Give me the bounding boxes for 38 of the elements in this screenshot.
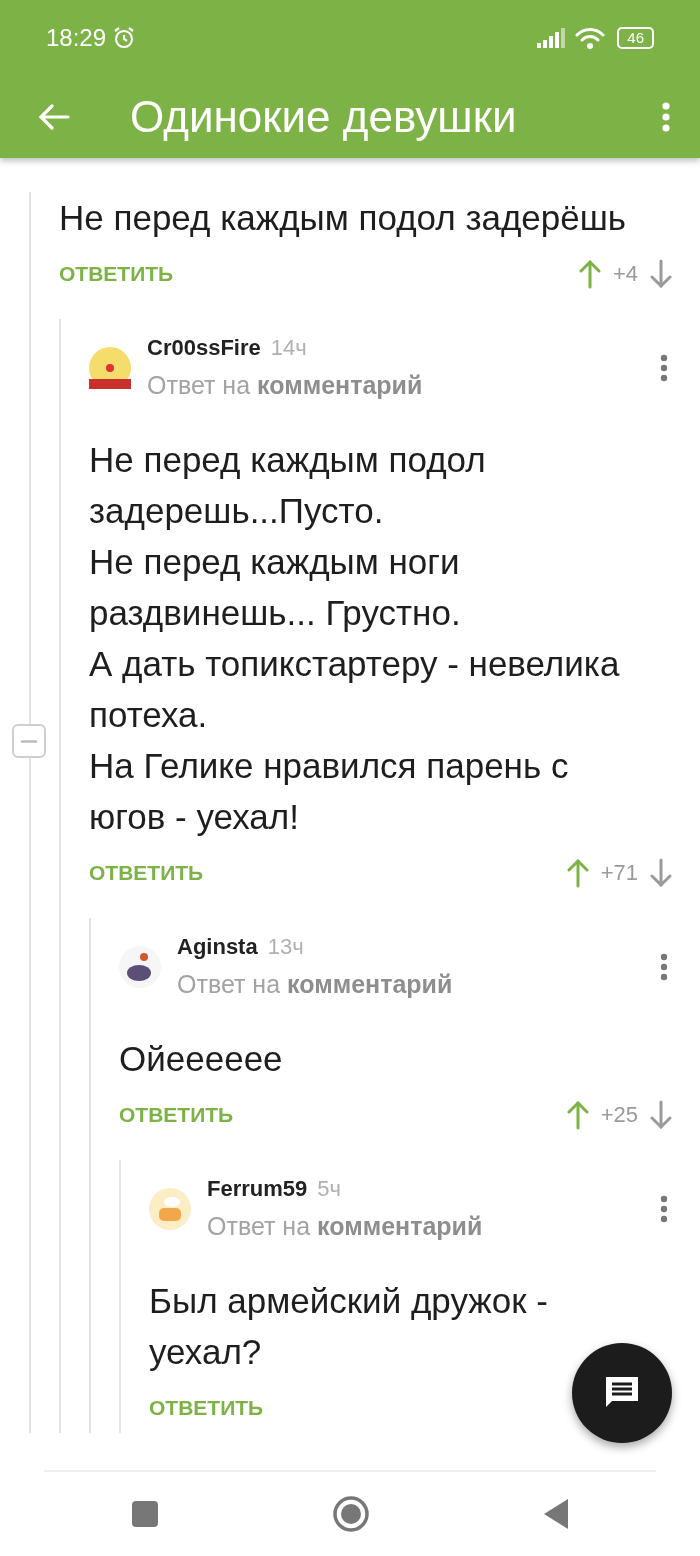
home-icon[interactable]: [333, 1496, 369, 1532]
upvote-icon[interactable]: [566, 858, 589, 888]
minus-icon: [21, 739, 37, 743]
reply-to-link[interactable]: Ответ на комментарий: [177, 970, 640, 999]
comment-text: Не перед каждым подол задерешь...Пусто. Не перед каждым ноги раздвинешь... Грустно. А дать топикстартеру - невелика потеха. На Гелике нравился парень с югов - уехал!: [89, 439, 621, 838]
comment-score: +25: [600, 1102, 638, 1128]
downvote-icon[interactable]: [650, 1100, 672, 1130]
comment-score: +71: [600, 860, 638, 886]
user-avatar[interactable]: [119, 945, 161, 988]
user-avatar[interactable]: [89, 346, 131, 389]
upvote-icon[interactable]: [566, 1100, 589, 1130]
collapse-button[interactable]: [12, 724, 46, 758]
status-time: 18:29: [46, 24, 107, 52]
downvote-icon[interactable]: [650, 259, 672, 289]
reply-button[interactable]: ОТВЕТИТЬ: [149, 1396, 264, 1420]
author-name[interactable]: Ferrum59: [207, 1176, 308, 1202]
reply-button[interactable]: ОТВЕТИТЬ: [59, 262, 174, 286]
page-title: Одинокие девушки: [130, 92, 518, 142]
comment-time: 13ч: [267, 934, 304, 960]
reply-button[interactable]: ОТВЕТИТЬ: [119, 1103, 234, 1127]
reply-button[interactable]: ОТВЕТИТЬ: [89, 861, 204, 885]
comment-fab[interactable]: [572, 1343, 672, 1443]
comment-time: 14ч: [270, 335, 307, 361]
author-name[interactable]: Aginsta: [177, 934, 258, 960]
back-icon[interactable]: [543, 1498, 569, 1530]
comment-score: +4: [612, 261, 638, 287]
downvote-icon[interactable]: [650, 858, 672, 888]
battery-level: 46: [617, 27, 654, 49]
reply-to-link[interactable]: Ответ на комментарий: [147, 371, 640, 400]
recents-icon[interactable]: [131, 1500, 159, 1528]
upvote-icon[interactable]: [578, 259, 601, 289]
wifi-icon: [575, 27, 606, 49]
comment-time: 5ч: [317, 1176, 341, 1202]
comment-text: Ойееееее: [119, 1038, 284, 1080]
reply-to-link[interactable]: Ответ на комментарий: [207, 1212, 640, 1241]
author-name[interactable]: Cr00ssFire: [147, 335, 261, 361]
comment-text: Не перед каждым подол задерёшь: [59, 197, 628, 239]
comment-text: Был армейский дружок - уехал?: [149, 1280, 549, 1373]
